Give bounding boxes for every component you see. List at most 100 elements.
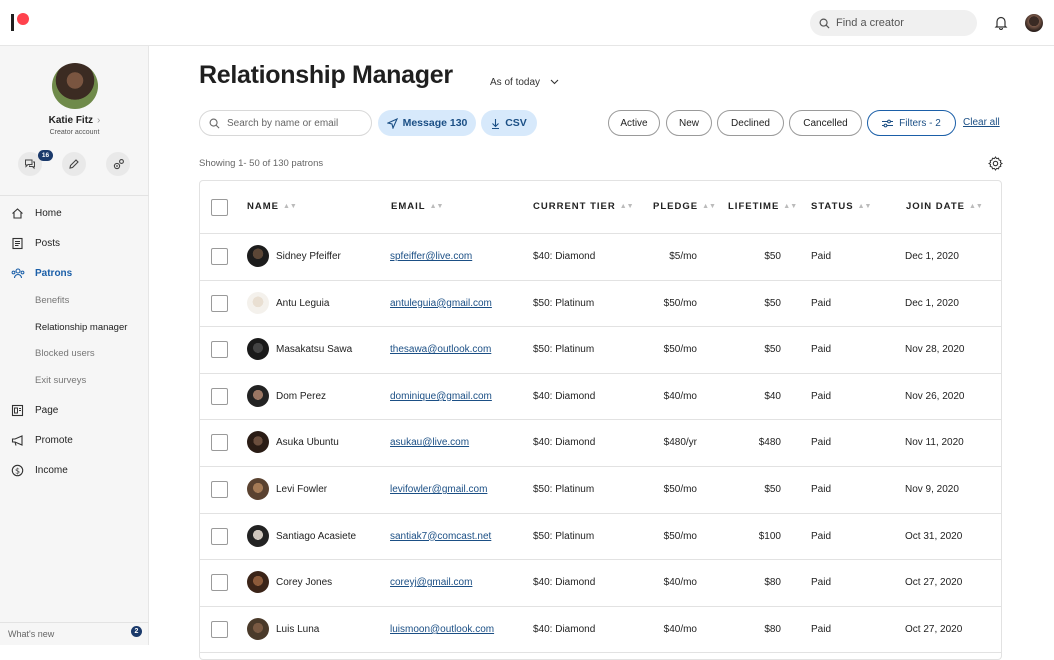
patron-name[interactable]: Asuka Ubuntu xyxy=(276,437,339,448)
sidebar-item-page[interactable]: Page xyxy=(0,399,149,421)
table-row[interactable]: Santiago Acasiete santiak7@comcast.net $50… xyxy=(200,514,1001,561)
row-checkbox[interactable] xyxy=(211,294,228,312)
as-of-prefix: As of xyxy=(490,77,513,88)
patron-join-date: Oct 31, 2020 xyxy=(905,530,963,542)
creator-search-input[interactable]: Find a creator xyxy=(810,10,977,36)
patron-name[interactable]: Santiago Acasiete xyxy=(276,531,356,542)
patron-status: Paid xyxy=(811,344,832,356)
page-icon xyxy=(11,404,24,416)
row-checkbox[interactable] xyxy=(211,248,228,265)
filters-button-label: Filters - 2 xyxy=(899,117,941,129)
chat-icon xyxy=(25,159,35,170)
patron-name[interactable]: Luis Luna xyxy=(276,624,319,635)
patron-avatar xyxy=(247,291,269,314)
message-button[interactable]: Message 130 xyxy=(378,110,476,136)
sidebar-subitem-relationship-manager[interactable]: Relationship manager xyxy=(35,322,127,333)
patron-email[interactable]: antuleguia@gmail.com xyxy=(390,298,492,309)
column-header-tier[interactable]: CURRENT TIER ▲▼ xyxy=(533,201,634,212)
patron-email[interactable]: spfeiffer@live.com xyxy=(390,251,472,262)
column-header-pledge[interactable]: PLEDGE ▲▼ xyxy=(653,201,716,212)
table-row[interactable]: Luis Luna luismoon@outlook.com $40: Diamon… xyxy=(200,607,1001,654)
table-row[interactable]: Asuka Ubuntu asukau@live.com $40: Diamond $… xyxy=(200,420,1001,467)
create-post-button[interactable] xyxy=(62,152,86,176)
row-checkbox[interactable] xyxy=(211,574,228,592)
sidebar-item-income[interactable]: $ Income xyxy=(0,459,149,481)
clear-all-link[interactable]: Clear all xyxy=(963,117,1000,128)
column-header-status[interactable]: STATUS ▲▼ xyxy=(811,201,871,212)
filters-button[interactable]: Filters - 2 xyxy=(867,110,956,136)
column-header-join-date[interactable]: JOIN DATE ▲▼ xyxy=(906,201,983,212)
filter-new-chip[interactable]: New xyxy=(666,110,712,136)
patron-email[interactable]: levifowler@gmail.com xyxy=(390,484,487,495)
filter-declined-chip[interactable]: Declined xyxy=(717,110,784,136)
select-all-checkbox[interactable] xyxy=(211,199,228,216)
column-header-email[interactable]: EMAIL ▲▼ xyxy=(391,201,443,212)
table-row[interactable]: Levi Fowler levifowler@gmail.com $50: Plat… xyxy=(200,467,1001,514)
posts-icon xyxy=(12,237,23,249)
patron-pledge: $40/mo xyxy=(663,390,697,402)
patron-name[interactable]: Dom Perez xyxy=(276,391,326,402)
patron-avatar xyxy=(247,617,269,640)
as-of-dropdown[interactable]: As of today xyxy=(490,77,559,88)
row-checkbox[interactable] xyxy=(211,434,228,452)
column-header-lifetime[interactable]: LIFETIME ▲▼ xyxy=(728,201,797,212)
patron-name[interactable]: Masakatsu Sawa xyxy=(276,344,352,355)
table-row[interactable]: Corey Jones coreyj@gmail.com $40: Diamond $… xyxy=(200,560,1001,607)
table-row[interactable]: Antu Leguia antuleguia@gmail.com $50: Plat… xyxy=(200,281,1001,328)
sidebar-divider xyxy=(0,195,149,196)
column-header-name[interactable]: NAME ▲▼ xyxy=(247,201,297,212)
patron-name[interactable]: Antu Leguia xyxy=(276,298,329,309)
column-label: LIFETIME xyxy=(728,201,780,212)
patron-name[interactable]: Levi Fowler xyxy=(276,484,327,495)
table-row[interactable]: Sidney Pfeiffer spfeiffer@live.com $40: Di… xyxy=(200,234,1001,281)
sidebar-subitem-benefits[interactable]: Benefits xyxy=(35,295,69,306)
whats-new-link[interactable]: What's new xyxy=(0,622,149,645)
sidebar-item-patrons[interactable]: Patrons xyxy=(0,262,149,284)
patron-email[interactable]: thesawa@outlook.com xyxy=(390,344,491,355)
patron-email[interactable]: coreyj@gmail.com xyxy=(390,577,472,588)
row-checkbox[interactable] xyxy=(211,481,228,498)
sidebar-item-home[interactable]: Home xyxy=(0,202,149,224)
message-button-label: Message 130 xyxy=(402,117,468,129)
table-row[interactable]: Masakatsu Sawa thesawa@outlook.com $50: Pl… xyxy=(200,327,1001,374)
patron-email[interactable]: santiak7@comcast.net xyxy=(390,531,491,542)
row-checkbox[interactable] xyxy=(211,527,228,545)
patron-avatar xyxy=(247,524,269,547)
sidebar-item-promote[interactable]: Promote xyxy=(0,429,149,451)
filter-cancelled-chip[interactable]: Cancelled xyxy=(789,110,862,136)
profile-avatar[interactable] xyxy=(52,63,98,109)
patron-email[interactable]: dominique@gmail.com xyxy=(390,391,492,402)
patron-name[interactable]: Corey Jones xyxy=(276,577,332,588)
patron-pledge: $40/mo xyxy=(663,623,697,635)
patron-search-input[interactable]: Search by name or email xyxy=(199,110,372,136)
patron-name[interactable]: Sidney Pfeiffer xyxy=(276,251,341,262)
user-avatar[interactable] xyxy=(1025,14,1043,32)
patron-tier: $50: Platinum xyxy=(533,484,595,495)
profile-name-link[interactable]: Katie Fitz › xyxy=(0,115,149,126)
patron-join-date: Dec 1, 2020 xyxy=(905,251,959,262)
row-checkbox[interactable] xyxy=(211,620,228,638)
patron-lifetime: $50 xyxy=(764,484,781,495)
filter-active-chip[interactable]: Active xyxy=(608,110,660,136)
patron-tier: $40: Diamond xyxy=(533,623,596,635)
patreon-logo[interactable] xyxy=(11,12,31,32)
patron-pledge: $5/mo xyxy=(669,251,697,262)
sort-icon: ▲▼ xyxy=(857,203,872,210)
row-checkbox[interactable] xyxy=(211,387,228,405)
table-header: NAME ▲▼ EMAIL ▲▼ CURRENT TIER ▲▼ PLEDGE ▲▼ L… xyxy=(200,181,1001,234)
patron-email[interactable]: asukau@live.com xyxy=(390,437,469,448)
patron-avatar xyxy=(247,384,269,407)
table-row[interactable]: Dom Perez dominique@gmail.com $40: Diamond… xyxy=(200,374,1001,421)
csv-button[interactable]: CSV xyxy=(481,110,537,136)
sidebar-subitem-exit-surveys[interactable]: Exit surveys xyxy=(35,375,86,386)
bell-icon[interactable] xyxy=(994,15,1008,30)
row-checkbox[interactable] xyxy=(211,341,228,359)
patron-tier: $50: Platinum xyxy=(533,344,595,356)
patron-lifetime: $100 xyxy=(758,530,781,542)
gear-icon[interactable] xyxy=(988,156,1003,171)
settings-button[interactable] xyxy=(106,152,130,176)
sidebar-subitem-blocked-users[interactable]: Blocked users xyxy=(35,348,95,359)
sidebar-item-posts[interactable]: Posts xyxy=(0,232,149,254)
patron-email[interactable]: luismoon@outlook.com xyxy=(390,624,494,635)
search-icon xyxy=(209,118,220,128)
